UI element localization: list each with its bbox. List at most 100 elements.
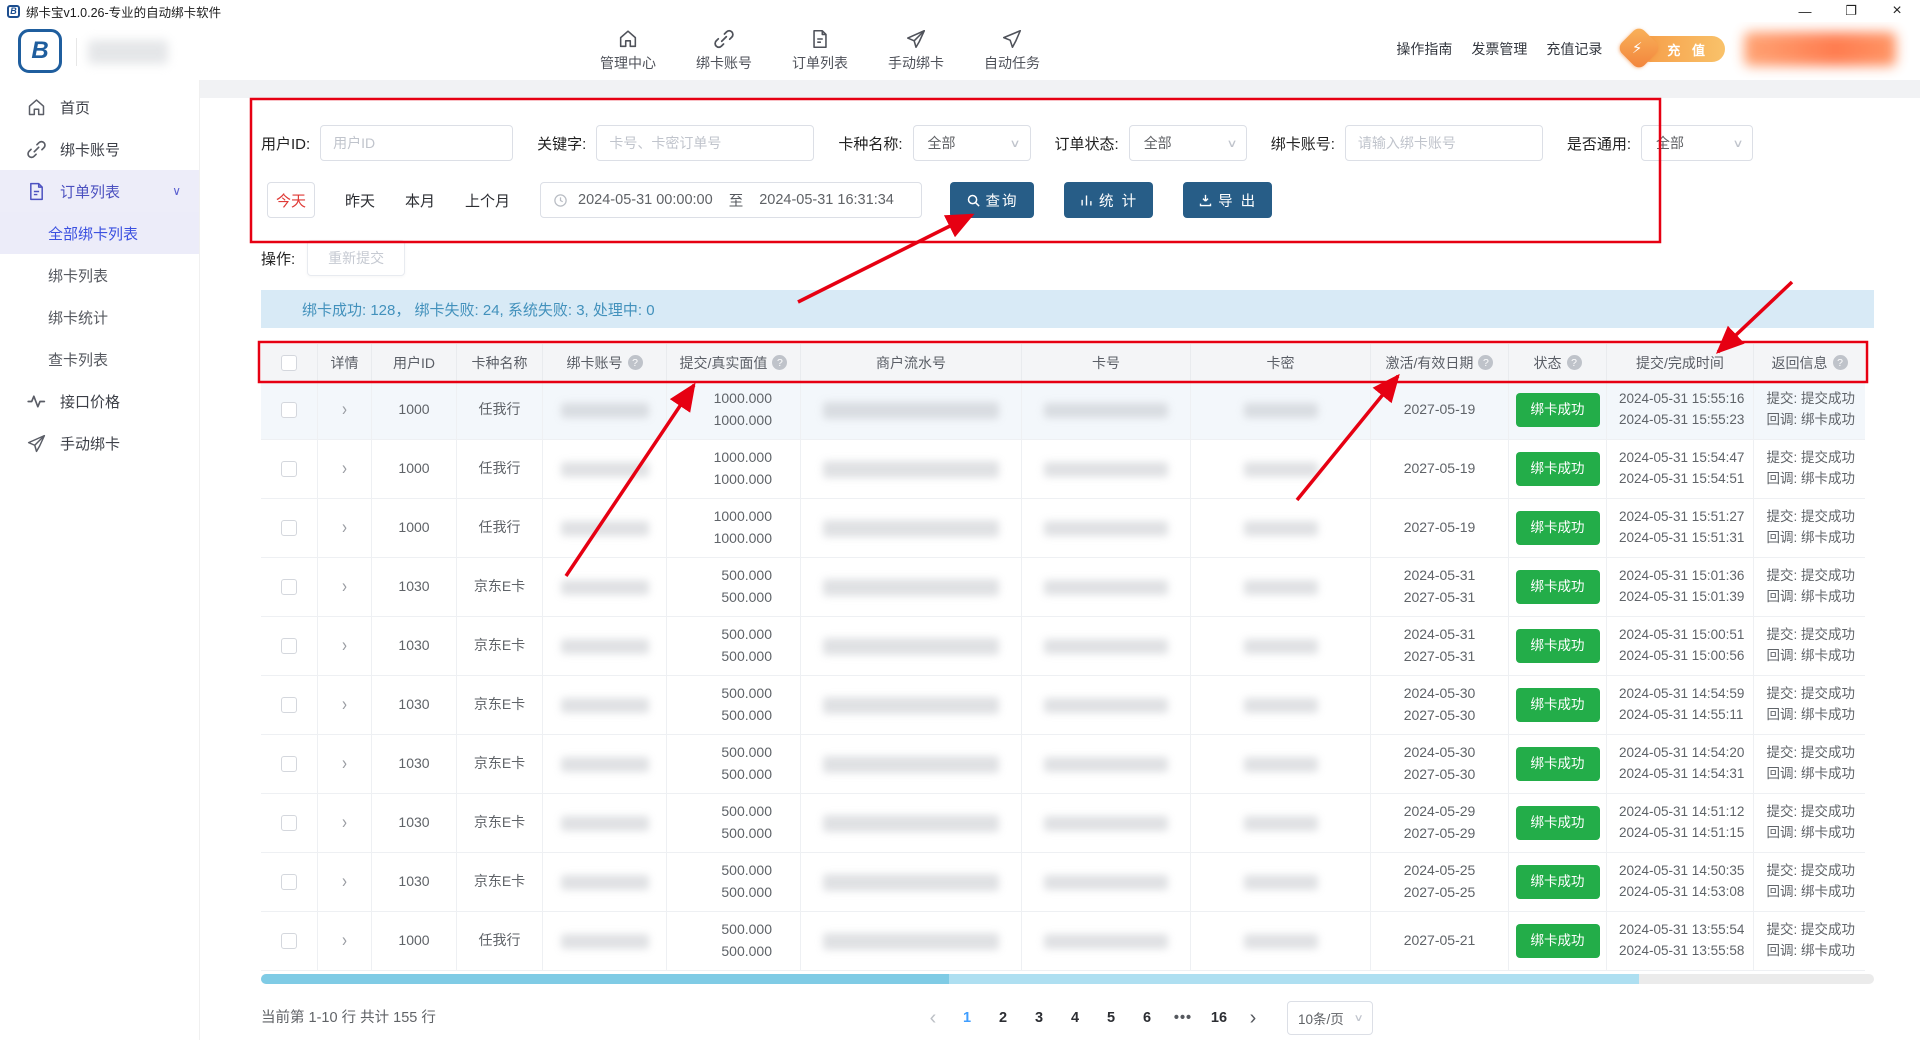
restore-button[interactable]: ❐ xyxy=(1828,0,1874,22)
help-icon[interactable]: ? xyxy=(1833,355,1848,370)
operation-label: 操作: xyxy=(261,248,295,269)
help-icon[interactable]: ? xyxy=(1567,355,1582,370)
sidebar-subitem[interactable]: 绑卡统计 xyxy=(0,296,199,338)
search-button[interactable]: 查询 xyxy=(950,182,1034,218)
expand-row-icon[interactable]: › xyxy=(342,808,347,838)
row-checkbox[interactable] xyxy=(281,402,297,418)
row-checkbox[interactable] xyxy=(281,461,297,477)
minimize-button[interactable]: — xyxy=(1782,0,1828,22)
cell-user-id: 1030 xyxy=(372,558,457,617)
page-number[interactable]: ••• xyxy=(1169,1010,1197,1026)
chevron-down-icon: ∨ xyxy=(172,184,181,198)
row-checkbox[interactable] xyxy=(281,697,297,713)
expand-row-icon[interactable]: › xyxy=(342,513,347,543)
quick-this-month-button[interactable]: 本月 xyxy=(405,190,435,211)
sidebar-subitem[interactable]: 全部绑卡列表 xyxy=(0,212,199,254)
card-type-select[interactable]: 全部∨ xyxy=(913,125,1031,161)
chevron-down-icon: ∨ xyxy=(1226,137,1237,150)
cell-user-id: 1030 xyxy=(372,617,457,676)
chevron-down-icon: ∨ xyxy=(1010,137,1021,150)
help-icon[interactable]: ? xyxy=(1478,355,1493,370)
page-number[interactable]: 16 xyxy=(1205,1010,1233,1026)
page-number[interactable]: 6 xyxy=(1133,1010,1161,1026)
quick-yesterday-button[interactable]: 昨天 xyxy=(345,190,375,211)
cell-user-id: 1030 xyxy=(372,735,457,794)
row-checkbox[interactable] xyxy=(281,756,297,772)
sidebar-item[interactable]: 订单列表 ∨ xyxy=(0,170,199,212)
scrollbar-thumb[interactable] xyxy=(261,974,949,984)
cell-return-info: 提交: 提交成功回调: 绑卡成功 xyxy=(1754,794,1865,853)
sidebar-item[interactable]: 绑卡账号 xyxy=(0,128,199,170)
cell-activate-date: 2027-05-19 xyxy=(1371,440,1509,499)
sidebar-subitem[interactable]: 查卡列表 xyxy=(0,338,199,380)
is-common-select[interactable]: 全部∨ xyxy=(1641,125,1753,161)
select-all-checkbox[interactable] xyxy=(281,355,297,371)
redacted-balance-button[interactable] xyxy=(1744,32,1896,66)
cell-activate-date: 2027-05-21 xyxy=(1371,912,1509,971)
header-link[interactable]: 发票管理 xyxy=(1471,39,1527,59)
sidebar-subitem[interactable]: 绑卡列表 xyxy=(0,254,199,296)
redacted-bind-account xyxy=(561,462,649,477)
next-page-button[interactable]: › xyxy=(1241,1007,1265,1030)
cell-activate-date: 2024-05-302027-05-30 xyxy=(1371,676,1509,735)
statistics-button[interactable]: 统 计 xyxy=(1064,182,1153,218)
close-button[interactable]: × xyxy=(1874,0,1920,22)
prev-page-button[interactable]: ‹ xyxy=(921,1007,945,1030)
row-checkbox[interactable] xyxy=(281,933,297,949)
cell-return-info: 提交: 提交成功回调: 绑卡成功 xyxy=(1754,912,1865,971)
help-icon[interactable]: ? xyxy=(772,355,787,370)
page-size-select[interactable]: 10条/页∨ xyxy=(1287,1001,1373,1035)
app-logo-icon: B xyxy=(7,5,20,18)
page-number[interactable]: 2 xyxy=(989,1010,1017,1026)
top-nav-item[interactable]: 绑卡账号 xyxy=(684,28,764,73)
expand-row-icon[interactable]: › xyxy=(342,395,347,425)
cell-card-type: 任我行 xyxy=(457,912,543,971)
expand-row-icon[interactable]: › xyxy=(342,867,347,897)
scrollbar-thumb-light[interactable] xyxy=(949,974,1639,984)
recharge-button[interactable]: ⚡ 充 值 xyxy=(1637,36,1725,62)
top-nav-item[interactable]: 自动任务 xyxy=(972,28,1052,73)
quick-last-month-button[interactable]: 上个月 xyxy=(465,190,510,211)
redacted-merchant-serial xyxy=(823,933,999,950)
top-nav-item[interactable]: 订单列表 xyxy=(780,28,860,73)
quick-today-button[interactable]: 今天 xyxy=(267,182,315,218)
row-checkbox[interactable] xyxy=(281,579,297,595)
header-link[interactable]: 充值记录 xyxy=(1546,39,1602,59)
table-row: › 1030 京东E卡 500.000500.000 2024-05-31202… xyxy=(261,558,1865,617)
bind-account-input[interactable]: 请输入绑卡账号 xyxy=(1345,125,1543,161)
sidebar-item[interactable]: 手动绑卡 xyxy=(0,422,199,464)
row-checkbox[interactable] xyxy=(281,874,297,890)
page-number[interactable]: 1 xyxy=(953,1010,981,1026)
keyword-input[interactable]: 卡号、卡密订单号 xyxy=(596,125,814,161)
cell-card-type: 京东E卡 xyxy=(457,735,543,794)
export-button[interactable]: 导 出 xyxy=(1183,182,1272,218)
expand-row-icon[interactable]: › xyxy=(342,454,347,484)
order-status-select[interactable]: 全部∨ xyxy=(1129,125,1247,161)
sidebar-item[interactable]: 首页 xyxy=(0,86,199,128)
help-icon[interactable]: ? xyxy=(628,355,643,370)
cell-submit-time: 2024-05-31 15:54:472024-05-31 15:54:51 xyxy=(1607,440,1754,499)
top-nav-item[interactable]: 手动绑卡 xyxy=(876,28,956,73)
page-number[interactable]: 5 xyxy=(1097,1010,1125,1026)
resubmit-button[interactable]: 重新提交 xyxy=(307,240,405,276)
user-id-input[interactable]: 用户ID xyxy=(320,125,513,161)
header-link[interactable]: 操作指南 xyxy=(1396,39,1452,59)
cell-card-type: 京东E卡 xyxy=(457,617,543,676)
row-checkbox[interactable] xyxy=(281,520,297,536)
expand-row-icon[interactable]: › xyxy=(342,926,347,956)
col-merchant-serial: 商户流水号 xyxy=(876,353,946,373)
expand-row-icon[interactable]: › xyxy=(342,690,347,720)
page-number[interactable]: 3 xyxy=(1025,1010,1053,1026)
expand-row-icon[interactable]: › xyxy=(342,631,347,661)
sidebar-item[interactable]: 接口价格 xyxy=(0,380,199,422)
expand-row-icon[interactable]: › xyxy=(342,572,347,602)
row-checkbox[interactable] xyxy=(281,638,297,654)
page-number[interactable]: 4 xyxy=(1061,1010,1089,1026)
horizontal-scrollbar[interactable] xyxy=(261,974,1874,984)
cell-submit-time: 2024-05-31 14:51:122024-05-31 14:51:15 xyxy=(1607,794,1754,853)
date-range-input[interactable]: 2024-05-31 00:00:00 至 2024-05-31 16:31:3… xyxy=(540,182,922,218)
top-nav-item[interactable]: 管理中心 xyxy=(588,28,668,73)
status-badge: 绑卡成功 xyxy=(1516,865,1600,900)
row-checkbox[interactable] xyxy=(281,815,297,831)
expand-row-icon[interactable]: › xyxy=(342,749,347,779)
